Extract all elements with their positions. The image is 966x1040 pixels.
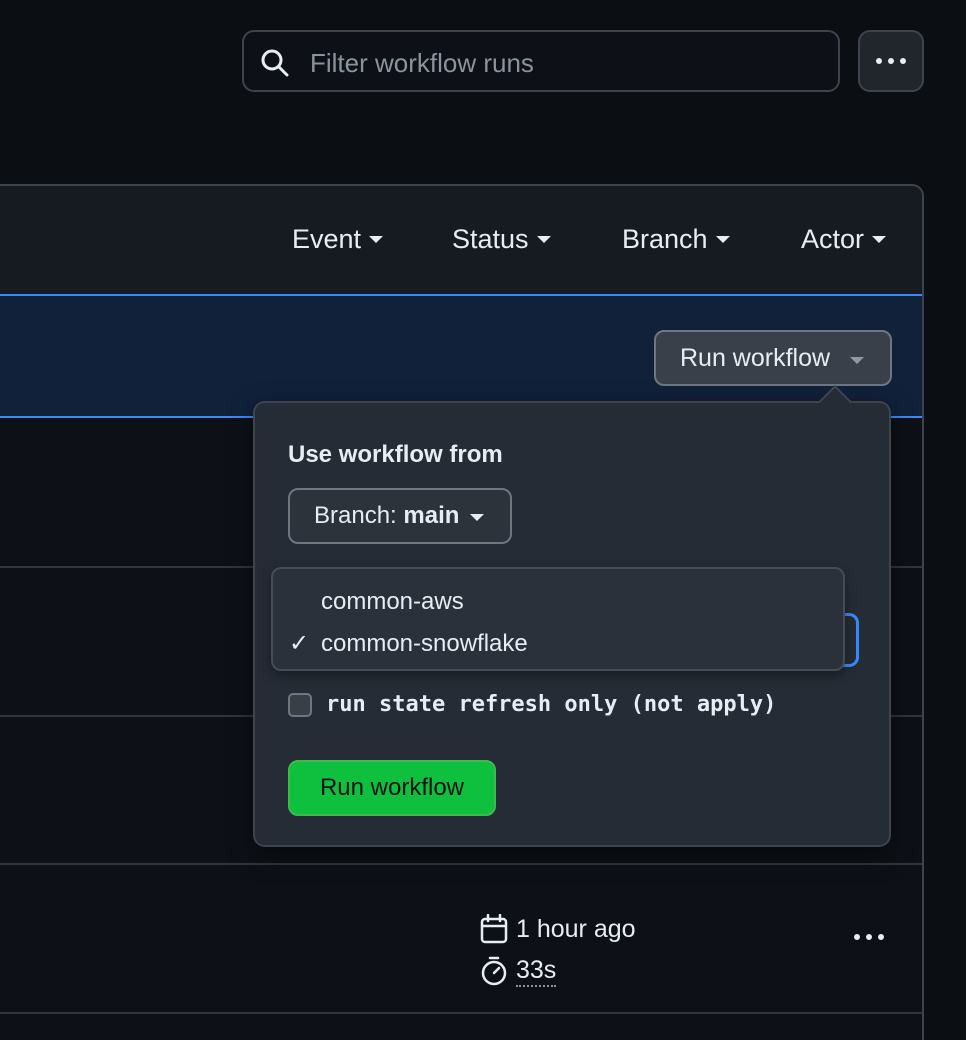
caret-down-icon — [470, 514, 484, 521]
branch-option-common-aws[interactable]: common-aws — [273, 581, 843, 621]
popover-title: Use workflow from — [288, 441, 503, 468]
workflow-dispatch-banner: Run workflow — [0, 294, 922, 418]
actions-page: Event Status Branch Actor Run workflow — [0, 0, 966, 1040]
kebab-icon — [854, 934, 884, 940]
event-filter-label: Event — [292, 224, 362, 254]
run-workflow-popover: Use workflow from Branch: main common-aw… — [253, 385, 891, 847]
time-ago: 1 hour ago — [516, 914, 636, 943]
kebab-icon — [876, 58, 906, 64]
status-filter[interactable]: Status — [452, 224, 551, 255]
actor-filter-label: Actor — [801, 224, 865, 254]
search-icon — [261, 49, 289, 77]
caret-down-icon — [850, 357, 864, 364]
actor-filter[interactable]: Actor — [801, 224, 887, 255]
branch-value: main — [403, 502, 460, 529]
branch-option-common-snowflake[interactable]: ✓ common-snowflake — [273, 623, 843, 663]
row-divider — [0, 863, 922, 865]
caret-down-icon — [715, 236, 730, 243]
runs-header: Event Status Branch Actor — [0, 186, 922, 296]
filter-input[interactable] — [308, 42, 832, 84]
filter-workflow-runs[interactable] — [242, 30, 840, 92]
run-workflow-dropdown-button[interactable]: Run workflow — [654, 330, 892, 386]
stopwatch-icon — [481, 956, 507, 986]
calendar-icon — [480, 914, 508, 944]
run-options-button[interactable] — [854, 934, 884, 940]
branch-filter-label: Branch — [622, 224, 708, 254]
branch-option-label: common-snowflake — [321, 630, 528, 657]
refresh-only-option[interactable]: run state refresh only (not apply) — [288, 692, 776, 717]
branch-list: common-aws ✓ common-snowflake — [271, 567, 845, 671]
run-duration: 33s — [480, 950, 636, 992]
caret-down-icon — [536, 236, 551, 243]
refresh-only-label: run state refresh only (not apply) — [326, 692, 777, 717]
refresh-only-checkbox[interactable] — [288, 692, 312, 717]
caret-down-icon — [872, 236, 887, 243]
branch-option-label: common-aws — [321, 588, 464, 615]
status-filter-label: Status — [452, 224, 529, 254]
row-divider — [0, 1012, 922, 1014]
run-meta: 1 hour ago 33s — [480, 908, 636, 992]
run-workflow-label: Run workflow — [680, 343, 831, 372]
duration-value[interactable]: 33s — [516, 956, 557, 987]
branch-filter[interactable]: Branch — [622, 224, 730, 255]
event-filter[interactable]: Event — [292, 224, 384, 255]
more-options-button[interactable] — [858, 30, 924, 92]
branch-prefix: Branch: — [314, 502, 404, 529]
run-workflow-submit-button[interactable]: Run workflow — [288, 760, 496, 816]
check-icon: ✓ — [289, 630, 310, 657]
caret-down-icon — [369, 236, 384, 243]
branch-select-button[interactable]: Branch: main — [288, 488, 512, 544]
run-time: 1 hour ago — [480, 908, 636, 950]
